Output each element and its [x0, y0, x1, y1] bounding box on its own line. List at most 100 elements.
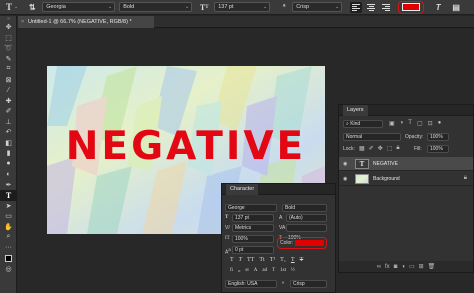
delete-layer-icon[interactable]: 🗑︎	[428, 263, 436, 270]
align-center-button[interactable]	[365, 2, 377, 13]
options-bar: T ⌄ ⇅ Georgia ⌄ Bold ⌄ TT 137 pt ⌄ ª Crisp ⌄…	[0, 0, 474, 15]
faux-italic-button[interactable]: T	[239, 257, 242, 263]
lock-artboard-icon[interactable]: ⬚	[387, 145, 393, 152]
baseline-shift-field[interactable]: 0 pt	[232, 246, 274, 254]
pen-tool-icon[interactable]: ✒	[0, 180, 17, 191]
healing-brush-tool-icon[interactable]: ✚	[0, 96, 17, 107]
blur-tool-icon[interactable]: ●	[0, 159, 17, 170]
all-caps-button[interactable]: TT	[247, 257, 254, 263]
tracking-icon: VA	[279, 225, 286, 231]
zoom-tool-icon[interactable]: ⌕	[0, 232, 17, 243]
frame-tool-icon[interactable]: ⊠	[0, 75, 17, 86]
filter-adjustment-icon[interactable]: ◑	[400, 120, 404, 127]
adjustment-layer-icon[interactable]: ◑	[401, 264, 405, 270]
hand-tool-icon[interactable]: ✋	[0, 222, 17, 233]
layer-row-negative[interactable]: ◉ T NEGATIVE	[339, 157, 473, 171]
font-size-field[interactable]: 137 pt ⌄	[214, 2, 271, 12]
layer-row-background[interactable]: ◉ Background 🔒︎	[339, 172, 473, 186]
character-font-family-select[interactable]: George	[225, 204, 277, 212]
visibility-eye-icon[interactable]: ◉	[343, 161, 349, 167]
lasso-tool-icon[interactable]: ➰	[0, 43, 17, 54]
character-panel: Character George Bold T 137 pt A (Auto) …	[221, 183, 336, 293]
new-group-icon[interactable]: ▭	[409, 263, 415, 270]
character-font-style-select[interactable]: Bold	[282, 204, 327, 212]
dodge-tool-icon[interactable]: ◐	[0, 169, 17, 180]
history-brush-tool-icon[interactable]: ↶	[0, 127, 17, 138]
contextual-alternates-button[interactable]: ℴ	[238, 268, 240, 274]
vertical-scale-field[interactable]: 100%	[232, 235, 274, 243]
opacity-label: Opacity:	[405, 134, 424, 140]
ligatures-button[interactable]: fi	[230, 268, 233, 274]
rectangle-tool-icon[interactable]: ▭	[0, 211, 17, 222]
lock-image-icon[interactable]: ✐	[369, 145, 374, 152]
color-swatches-icon[interactable]	[0, 253, 17, 264]
superscript-button[interactable]: T¹	[270, 257, 275, 263]
small-caps-button[interactable]: Tt	[259, 257, 264, 263]
filter-smart-object-icon[interactable]: ⊡	[428, 120, 433, 127]
font-family-select[interactable]: Georgia ⌄	[42, 2, 116, 12]
gradient-tool-icon[interactable]: ▮	[0, 148, 17, 159]
lock-all-icon[interactable]: 🔒︎	[396, 145, 399, 152]
subscript-button[interactable]: T₁	[280, 257, 286, 263]
layer-style-icon[interactable]: fx	[385, 264, 390, 270]
lock-transparent-icon[interactable]: ▦	[359, 145, 365, 152]
kerning-icon: V/	[225, 225, 230, 231]
crop-tool-icon[interactable]: ⌗	[0, 64, 17, 75]
brush-tool-icon[interactable]: ✐	[0, 106, 17, 117]
character-color-button[interactable]: Color:	[277, 237, 327, 249]
layer-filter-select[interactable]: ⌕ Kind	[343, 120, 383, 128]
layers-panel-tab[interactable]: Layers	[339, 105, 473, 116]
discretionary-ligatures-button[interactable]: st	[245, 268, 248, 274]
align-left-button[interactable]	[350, 1, 363, 13]
eraser-tool-icon[interactable]: ◧	[0, 138, 17, 149]
character-panel-toggle-icon[interactable]: ▤	[450, 1, 462, 13]
font-style-select[interactable]: Bold ⌄	[119, 2, 193, 12]
align-right-button[interactable]	[380, 2, 392, 13]
link-layers-icon[interactable]: ∞	[377, 264, 381, 270]
text-color-button[interactable]	[398, 0, 425, 14]
strikethrough-button[interactable]: T	[300, 257, 304, 263]
tool-preset-chevron-icon[interactable]: ⌄	[14, 4, 18, 10]
quick-select-tool-icon[interactable]: ✎	[0, 54, 17, 65]
negative-text-layer[interactable]: NEGATIVE	[47, 124, 325, 169]
anti-alias-select[interactable]: Crisp ⌄	[292, 2, 343, 12]
character-panel-tab[interactable]: Character	[222, 184, 335, 195]
language-select[interactable]: English: USA	[225, 280, 277, 288]
kerning-field[interactable]: Metrics	[232, 224, 274, 232]
filter-type-icon[interactable]: T	[408, 120, 412, 127]
toggle-orientation-icon[interactable]: ⇅	[26, 1, 38, 13]
visibility-eye-icon[interactable]: ◉	[343, 176, 349, 182]
filter-toggle-icon[interactable]: ●	[438, 120, 442, 127]
lock-position-icon[interactable]: ✥	[378, 145, 383, 152]
character-font-size-field[interactable]: 137 pt	[232, 214, 274, 222]
warp-text-icon[interactable]: T	[432, 1, 444, 13]
clone-stamp-tool-icon[interactable]: ⊥	[0, 117, 17, 128]
filter-shape-icon[interactable]: ▢	[417, 120, 423, 127]
fractions-button[interactable]: ½	[291, 268, 295, 274]
add-mask-icon[interactable]: ◙	[394, 264, 398, 270]
filter-pixel-icon[interactable]: ▣	[389, 120, 395, 127]
path-selection-tool-icon[interactable]: ➤	[0, 201, 17, 212]
new-layer-icon[interactable]: ⊞	[419, 263, 424, 270]
marquee-tool-icon[interactable]: ⬚	[0, 33, 17, 44]
move-tool-icon[interactable]: ✥	[0, 22, 17, 33]
quick-mask-icon[interactable]: ◎	[0, 264, 17, 275]
titling-alternates-button[interactable]: T	[272, 268, 275, 274]
character-anti-alias-select[interactable]: Crisp	[290, 280, 327, 288]
faux-bold-button[interactable]: T	[230, 257, 234, 263]
tracking-field[interactable]	[286, 224, 327, 232]
fill-field[interactable]: 100%	[427, 145, 449, 153]
close-tab-icon[interactable]: ×	[21, 16, 24, 28]
opacity-field[interactable]: 100%	[427, 133, 449, 141]
ordinals-button[interactable]: 1st	[280, 268, 286, 274]
underline-button[interactable]: T	[291, 257, 295, 263]
leading-field[interactable]: (Auto)	[286, 214, 327, 222]
blend-mode-select[interactable]: Normal	[343, 133, 401, 141]
swash-button[interactable]: A	[254, 268, 258, 274]
eyedropper-tool-icon[interactable]: ⁄	[0, 85, 17, 96]
document-tab[interactable]: × Untitled-1 @ 66.7% (NEGATIVE, RGB/8) *	[18, 16, 154, 28]
layer-name: NEGATIVE	[373, 161, 398, 167]
more-tools-icon[interactable]: ···	[0, 243, 17, 254]
stylistic-alternates-button[interactable]: ad	[262, 268, 267, 274]
type-tool-icon[interactable]: T	[0, 190, 17, 201]
